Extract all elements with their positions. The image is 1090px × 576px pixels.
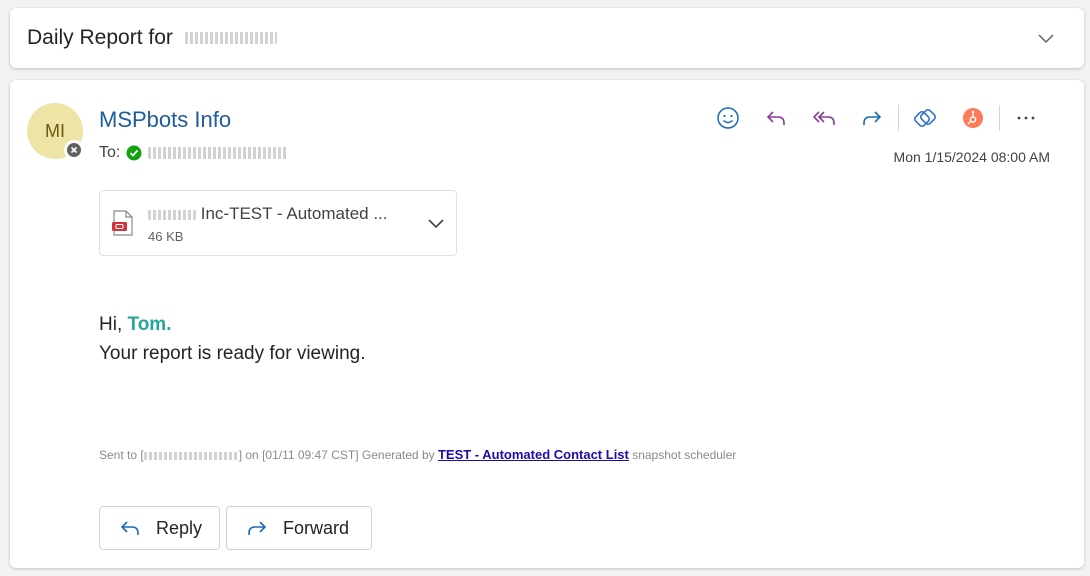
reply-toolbar-button[interactable]	[752, 102, 800, 134]
recipient-name: Tom.	[127, 314, 172, 335]
reply-all-toolbar-button[interactable]	[800, 102, 848, 134]
forward-icon	[863, 111, 882, 125]
sender-name[interactable]: MSPbots Info	[99, 107, 231, 133]
redacted-text	[143, 451, 239, 460]
footer-suffix: snapshot scheduler	[628, 448, 737, 462]
snapshot-link[interactable]: TEST - Automated Contact List	[438, 447, 629, 462]
available-check-icon	[126, 145, 142, 161]
footer-on-text: on [01/11 09:47 CST] Generated by	[242, 448, 438, 462]
message-toolbar	[704, 102, 1050, 134]
footer-sent-to: Sent to [	[99, 448, 144, 462]
to-row: To:	[99, 144, 289, 162]
hubspot-button[interactable]	[949, 102, 997, 134]
toolbar-divider	[898, 105, 899, 131]
pdf-file-icon	[112, 210, 133, 236]
attachment-size: 46 KB	[148, 229, 184, 244]
chevron-down-icon[interactable]	[426, 213, 446, 233]
reply-icon	[120, 521, 139, 535]
recipient-redacted[interactable]	[148, 147, 289, 159]
attachment-name: Inc-TEST - Automated ...	[148, 204, 388, 224]
to-label: To:	[99, 144, 121, 161]
footer-note: Sent to [] on [01/11 09:47 CST] Generate…	[99, 447, 736, 462]
greeting-text: Hi,	[99, 314, 128, 335]
message-card: MI MSPbots Info To: Mon 1/15/2024 08:00 …	[10, 80, 1084, 568]
reply-label: Reply	[156, 517, 203, 538]
attachment-name-text: Inc-TEST - Automated ...	[200, 204, 388, 223]
forward-icon	[248, 521, 267, 535]
presence-offline-icon	[64, 140, 84, 160]
forward-toolbar-button[interactable]	[848, 102, 896, 134]
chevron-down-icon[interactable]	[1036, 28, 1056, 48]
reply-icon	[766, 111, 785, 125]
body-line: Your report is ready for viewing.	[99, 343, 366, 364]
reply-button[interactable]: Reply	[99, 506, 220, 550]
subject-text: Daily Report for	[27, 26, 173, 49]
redacted-text	[184, 32, 277, 45]
attachment-card[interactable]: Inc-TEST - Automated ... 46 KB	[99, 190, 457, 256]
message-date: Mon 1/15/2024 08:00 AM	[893, 149, 1050, 165]
reply-all-icon	[812, 111, 835, 125]
subject-card: Daily Report for	[10, 8, 1084, 68]
loop-addin-icon	[913, 108, 937, 128]
redacted-text	[148, 209, 196, 220]
greeting-line: Hi, Tom.	[99, 310, 365, 339]
toolbar-divider	[999, 105, 1000, 131]
message-body: Hi, Tom. Your report is ready for viewin…	[99, 310, 365, 368]
forward-label: Forward	[283, 517, 350, 538]
avatar-initials: MI	[45, 120, 65, 141]
addin-button[interactable]	[901, 102, 949, 134]
smiley-icon	[717, 107, 739, 129]
more-horizontal-icon	[1017, 116, 1035, 120]
forward-button[interactable]: Forward	[226, 506, 372, 550]
subject-title: Daily Report for	[27, 26, 277, 50]
emoji-react-button[interactable]	[704, 102, 752, 134]
more-actions-button[interactable]	[1002, 102, 1050, 134]
hubspot-icon	[963, 108, 983, 128]
